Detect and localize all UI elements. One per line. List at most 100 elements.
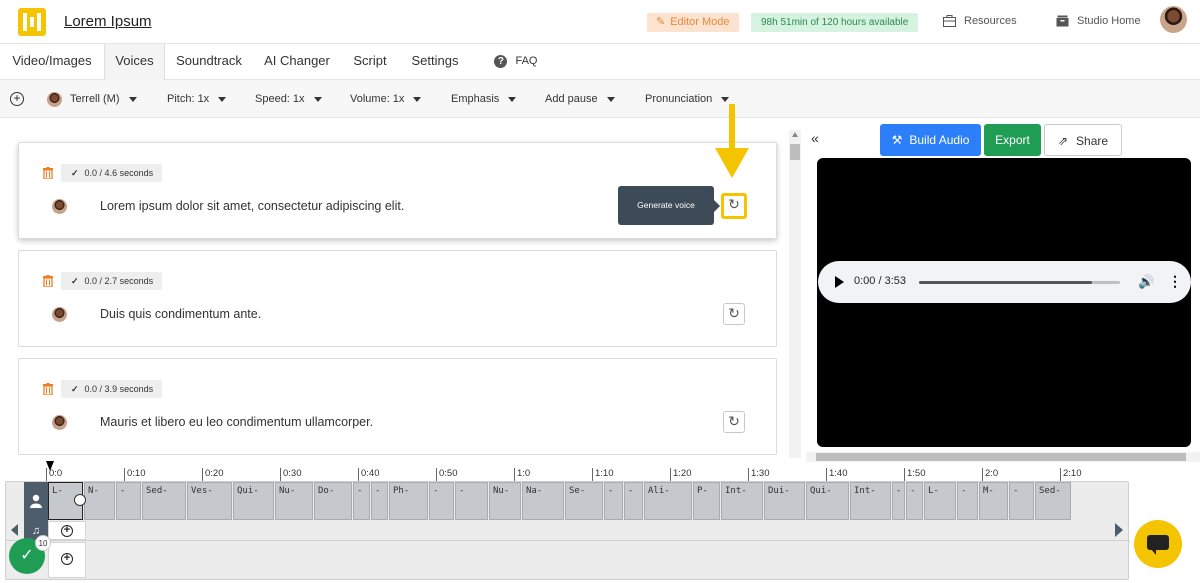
player-progress[interactable] — [919, 281, 1120, 284]
chat-button[interactable] — [1134, 520, 1182, 568]
add-voice-icon[interactable]: + — [10, 92, 24, 106]
studio-home-link[interactable]: Studio Home — [1056, 15, 1141, 27]
user-avatar[interactable] — [1160, 6, 1187, 33]
voice-segment[interactable]: Sed- — [142, 482, 186, 520]
chevron-down-icon — [128, 96, 137, 102]
tab-settings[interactable]: Settings — [399, 44, 471, 80]
voice-segment[interactable]: - — [371, 482, 388, 520]
voice-segment[interactable]: - — [957, 482, 978, 520]
tab-soundtrack[interactable]: Soundtrack — [165, 44, 253, 80]
audio-player[interactable]: 0:00 / 3:53 🔊 ⋮ — [818, 261, 1191, 303]
card-text[interactable]: Duis quis condimentum ante. — [100, 307, 261, 321]
briefcase-icon — [943, 15, 956, 27]
voice-segment[interactable]: - — [455, 482, 488, 520]
logo-icon[interactable] — [18, 8, 46, 36]
voice-segment[interactable]: - — [429, 482, 454, 520]
pronunciation-select[interactable]: Pronunciation — [645, 80, 730, 118]
tab-script[interactable]: Script — [341, 44, 399, 80]
voice-segment[interactable]: - — [116, 482, 141, 520]
timeline-left-icon[interactable] — [11, 524, 18, 536]
voice-segment[interactable]: Sed- — [1035, 482, 1071, 520]
chevron-down-icon — [508, 96, 517, 102]
emphasis-select[interactable]: Emphasis — [451, 80, 517, 118]
voice-segment[interactable]: Nu- — [489, 482, 521, 520]
voice-segment[interactable]: - — [624, 482, 643, 520]
export-button[interactable]: Export — [984, 124, 1041, 156]
play-icon[interactable] — [835, 276, 844, 288]
voice-segment[interactable]: Int- — [721, 482, 763, 520]
voice-card[interactable]: ✓ 0.0 / 3.9 seconds Mauris et libero eu l… — [18, 358, 777, 455]
tab-video-images[interactable]: Video/Images — [0, 44, 104, 80]
build-audio-button[interactable]: ⚒ Build Audio — [880, 124, 981, 156]
voice-segment[interactable]: Ves- — [187, 482, 232, 520]
voice-segment[interactable]: Ph- — [389, 482, 428, 520]
timeline-right-icon[interactable] — [1115, 523, 1123, 537]
timeline-tick: 1:20 — [670, 468, 692, 481]
scrollbar-thumb[interactable] — [816, 453, 1186, 461]
voice-segment[interactable]: P- — [693, 482, 720, 520]
add-track-button[interactable]: + — [48, 542, 86, 578]
voice-segment[interactable]: - — [604, 482, 623, 520]
voice-segment[interactable]: Se- — [565, 482, 603, 520]
add-pause-select[interactable]: Add pause — [545, 80, 615, 118]
share-button[interactable]: ⇗ Share — [1044, 124, 1122, 156]
trash-icon[interactable] — [43, 383, 53, 395]
generate-voice-button[interactable]: ↻ — [723, 303, 745, 325]
voice-segment[interactable]: Dui- — [764, 482, 805, 520]
voice-segment[interactable]: - — [906, 482, 923, 520]
voice-segment[interactable]: L- — [924, 482, 956, 520]
voice-segment[interactable]: Do- — [314, 482, 352, 520]
generate-voice-button[interactable]: ↻ — [723, 411, 745, 433]
more-options-icon[interactable]: ⋮ — [1168, 273, 1182, 290]
segment-handle[interactable] — [74, 494, 86, 506]
box-icon — [1056, 15, 1069, 27]
tab-faq[interactable]: ? FAQ — [486, 44, 546, 80]
voice-segment[interactable]: M- — [979, 482, 1008, 520]
pointer-arrow-head-icon — [715, 148, 749, 178]
voice-segment[interactable]: Ali- — [644, 482, 692, 520]
preview-scrollbar[interactable] — [806, 452, 1200, 462]
app-title[interactable]: Lorem Ipsum — [64, 13, 152, 30]
duration-badge: ✓ 0.0 / 4.6 seconds — [61, 164, 163, 182]
voice-segment[interactable]: - — [1009, 482, 1034, 520]
voice-segment[interactable]: Qui- — [806, 482, 849, 520]
voice-segment[interactable]: N- — [84, 482, 115, 520]
header: Lorem Ipsum ✎ Editor Mode 98h 51min of 12… — [0, 0, 1200, 44]
scrollbar-thumb[interactable] — [790, 144, 800, 160]
trash-icon[interactable] — [43, 275, 53, 287]
voice-segment[interactable]: - — [892, 482, 905, 520]
tab-voices[interactable]: Voices — [104, 44, 165, 80]
voice-card[interactable]: ✓ 0.0 / 4.6 seconds Lorem ipsum dolor sit… — [18, 142, 777, 239]
duration-badge: ✓ 0.0 / 2.7 seconds — [61, 272, 163, 290]
chevron-down-icon — [218, 96, 227, 102]
scroll-up-icon[interactable] — [792, 132, 798, 137]
add-music-button[interactable]: + — [48, 521, 86, 540]
faq-label: FAQ — [515, 55, 538, 67]
voice-segment[interactable]: Int- — [850, 482, 891, 520]
speed-select[interactable]: Speed: 1x — [255, 80, 322, 118]
generate-voice-button[interactable]: ↻ — [721, 193, 747, 219]
volume-icon[interactable]: 🔊 — [1138, 274, 1154, 290]
app: Lorem Ipsum ✎ Editor Mode 98h 51min of 12… — [0, 0, 1200, 583]
voice-segment[interactable]: Qui- — [233, 482, 274, 520]
voice-card[interactable]: ✓ 0.0 / 2.7 seconds Duis quis condimentum… — [18, 250, 777, 347]
timeline-tick: 1:0 — [514, 468, 530, 481]
volume-select[interactable]: Volume: 1x — [350, 80, 422, 118]
collapse-panel-icon[interactable]: « — [811, 130, 819, 146]
voice-segment[interactable]: - — [353, 482, 370, 520]
track-divider — [6, 540, 1130, 541]
emphasis-label: Emphasis — [451, 92, 500, 105]
add-icon: + — [61, 525, 73, 537]
voice-select[interactable]: Terrell (M) — [47, 80, 137, 118]
card-text[interactable]: Mauris et libero eu leo condimentum ulla… — [100, 415, 373, 429]
resources-link[interactable]: Resources — [943, 15, 1017, 27]
tab-ai-changer[interactable]: AI Changer — [253, 44, 341, 80]
volume-label: Volume: 1x — [350, 92, 405, 105]
pitch-select[interactable]: Pitch: 1x — [167, 80, 227, 118]
voice-segment[interactable]: Nu- — [275, 482, 313, 520]
voice-segment[interactable]: Na- — [522, 482, 564, 520]
editor-mode-badge[interactable]: ✎ Editor Mode — [647, 13, 739, 32]
card-text[interactable]: Lorem ipsum dolor sit amet, consectetur … — [100, 199, 404, 213]
cards-scrollbar[interactable] — [789, 130, 801, 458]
trash-icon[interactable] — [43, 167, 53, 179]
